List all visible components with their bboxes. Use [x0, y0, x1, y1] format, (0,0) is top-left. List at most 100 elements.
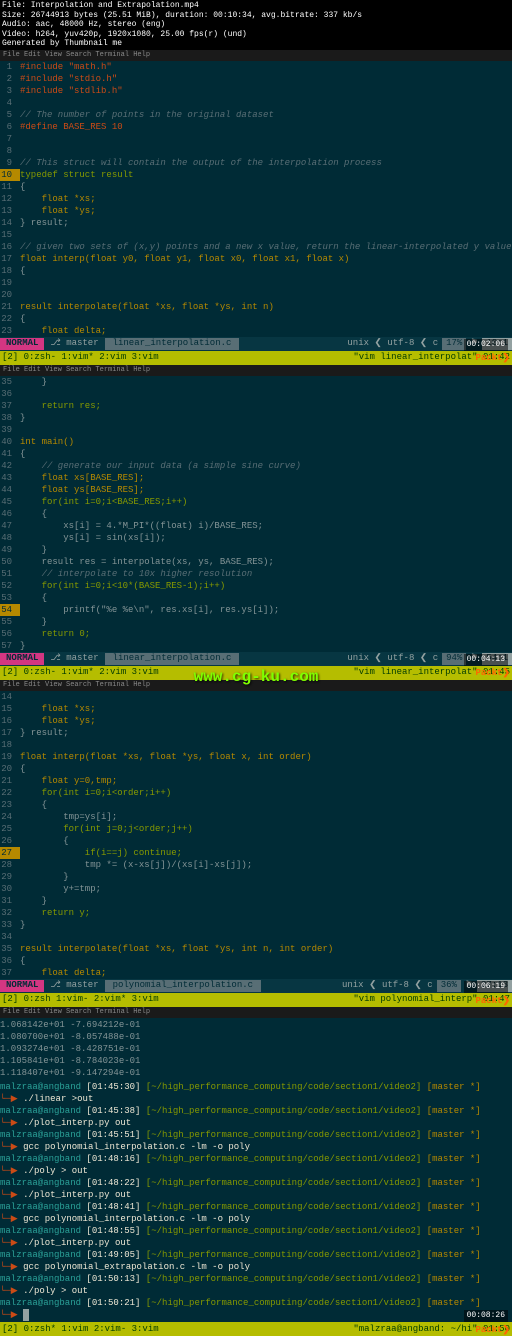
- code-line[interactable]: 14: [0, 691, 512, 703]
- command-line[interactable]: └─▶ ./plot_interp.py out: [0, 1237, 512, 1249]
- code-line[interactable]: 18: [0, 739, 512, 751]
- code-line[interactable]: 38}: [0, 412, 512, 424]
- code-line[interactable]: 33}: [0, 919, 512, 931]
- code-line[interactable]: 14} result;: [0, 217, 512, 229]
- code-line[interactable]: 1#include "math.h": [0, 61, 512, 73]
- code-line[interactable]: 19float interp(float *xs, float *ys, flo…: [0, 751, 512, 763]
- code-line[interactable]: 3#include "stdlib.h": [0, 85, 512, 97]
- code-line[interactable]: 23 float delta;: [0, 325, 512, 337]
- code-line[interactable]: 16 float *ys;: [0, 715, 512, 727]
- code-line[interactable]: 51 // interpolate to 10x higher resoluti…: [0, 568, 512, 580]
- code-area[interactable]: 1415 float *xs;16 float *ys;17} result;1…: [0, 691, 512, 979]
- code-line[interactable]: 23 {: [0, 799, 512, 811]
- tmux-windows[interactable]: [2] 0:zsh 1:vim- 2:vim* 3:vim: [2, 994, 159, 1006]
- code-line[interactable]: 28 tmp *= (x-xs[j])/(xs[i]-xs[j]);: [0, 859, 512, 871]
- tmux-windows[interactable]: [2] 0:zsh- 1:vim* 2:vim 3:vim: [2, 352, 159, 364]
- code-line[interactable]: 53 {: [0, 592, 512, 604]
- tmux-windows[interactable]: [2] 0:zsh* 1:vim 2:vim- 3:vim: [2, 1324, 159, 1336]
- code-line[interactable]: 19: [0, 277, 512, 289]
- code-line[interactable]: 16// given two sets of (x,y) points and …: [0, 241, 512, 253]
- code-line[interactable]: 20: [0, 289, 512, 301]
- code-line[interactable]: 49 }: [0, 544, 512, 556]
- code-line[interactable]: 27 if(i==j) continue;: [0, 847, 512, 859]
- command-line[interactable]: └─▶ ./plot_interp.py out: [0, 1117, 512, 1129]
- command-line[interactable]: └─▶ ./linear >out: [0, 1093, 512, 1105]
- code-text: float ys[BASE_RES];: [20, 484, 512, 496]
- code-line[interactable]: 37 return res;: [0, 400, 512, 412]
- code-line[interactable]: 30 y+=tmp;: [0, 883, 512, 895]
- code-line[interactable]: 44 float ys[BASE_RES];: [0, 484, 512, 496]
- code-line[interactable]: 48 ys[i] = sin(xs[i]);: [0, 532, 512, 544]
- code-line[interactable]: 54 printf("%e %e\n", res.xs[i], res.ys[i…: [0, 604, 512, 616]
- code-line[interactable]: 56 return 0;: [0, 628, 512, 640]
- code-text: float delta;: [20, 967, 512, 979]
- code-line[interactable]: 8: [0, 145, 512, 157]
- code-line[interactable]: 20{: [0, 763, 512, 775]
- command-line[interactable]: └─▶ gcc polynomial_interpolation.c -lm -…: [0, 1141, 512, 1153]
- code-line[interactable]: 10typedef struct result: [0, 169, 512, 181]
- code-line[interactable]: 41{: [0, 448, 512, 460]
- code-line[interactable]: 31 }: [0, 895, 512, 907]
- code-line[interactable]: 17float interp(float y0, float y1, float…: [0, 253, 512, 265]
- code-line[interactable]: 46 {: [0, 508, 512, 520]
- code-line[interactable]: 24 tmp=ys[i];: [0, 811, 512, 823]
- code-line[interactable]: 47 xs[i] = 4.*M_PI*((float) i)/BASE_RES;: [0, 520, 512, 532]
- code-line[interactable]: 5// The number of points in the original…: [0, 109, 512, 121]
- tmux-windows[interactable]: [2] 0:zsh- 1:vim* 2:vim 3:vim: [2, 667, 159, 679]
- code-line[interactable]: 43 float xs[BASE_RES];: [0, 472, 512, 484]
- code-line[interactable]: 21result interpolate(float *xs, float *y…: [0, 301, 512, 313]
- code-line[interactable]: 26 {: [0, 835, 512, 847]
- code-line[interactable]: 22{: [0, 313, 512, 325]
- code-line[interactable]: 45 for(int i=0;i<BASE_RES;i++): [0, 496, 512, 508]
- code-line[interactable]: 2#include "stdio.h": [0, 73, 512, 85]
- code-line[interactable]: 29 }: [0, 871, 512, 883]
- line-number: 35: [0, 943, 20, 955]
- code-line[interactable]: 6#define BASE_RES 10: [0, 121, 512, 133]
- menubar[interactable]: File Edit View Search Terminal Help: [0, 1007, 512, 1018]
- command-line[interactable]: └─▶ ./poly > out: [0, 1165, 512, 1177]
- menubar[interactable]: File Edit View Search Terminal Help: [0, 365, 512, 376]
- command-line[interactable]: └─▶ ./plot_interp.py out: [0, 1189, 512, 1201]
- code-line[interactable]: 35 }: [0, 376, 512, 388]
- command-line[interactable]: └─▶: [0, 1309, 512, 1321]
- code-line[interactable]: 40int main(): [0, 436, 512, 448]
- code-line[interactable]: 11{: [0, 181, 512, 193]
- command-line[interactable]: └─▶ gcc polynomial_interpolation.c -lm -…: [0, 1213, 512, 1225]
- command-line[interactable]: └─▶ gcc polynomial_extrapolation.c -lm -…: [0, 1261, 512, 1273]
- code-line[interactable]: 42 // generate our input data (a simple …: [0, 460, 512, 472]
- terminal-output: 1.068142e+01 -7.694212e-011.080700e+01 -…: [0, 1018, 512, 1080]
- code-line[interactable]: 25 for(int j=0;j<order;j++): [0, 823, 512, 835]
- code-line[interactable]: 34: [0, 931, 512, 943]
- menubar[interactable]: File Edit View Search Terminal Help: [0, 50, 512, 61]
- code-line[interactable]: 55 }: [0, 616, 512, 628]
- code-line[interactable]: 32 return y;: [0, 907, 512, 919]
- code-line[interactable]: 9// This struct will contain the output …: [0, 157, 512, 169]
- code-line[interactable]: 13 float *ys;: [0, 205, 512, 217]
- code-line[interactable]: 21 float y=0,tmp;: [0, 775, 512, 787]
- code-line[interactable]: 18{: [0, 265, 512, 277]
- code-line[interactable]: 12 float *xs;: [0, 193, 512, 205]
- code-line[interactable]: 52 for(int i=0;i<10*(BASE_RES-1);i++): [0, 580, 512, 592]
- command-line[interactable]: └─▶ ./poly > out: [0, 1285, 512, 1297]
- line-number: 25: [0, 823, 20, 835]
- code-line[interactable]: 50 result res = interpolate(xs, ys, BASE…: [0, 556, 512, 568]
- code-line[interactable]: 15 float *xs;: [0, 703, 512, 715]
- code-line[interactable]: 57}: [0, 640, 512, 652]
- code-line[interactable]: 17} result;: [0, 727, 512, 739]
- terminal-prompts[interactable]: malzraa@angband [01:45:30] [~/high_perfo…: [0, 1080, 512, 1322]
- code-line[interactable]: 37 float delta;: [0, 967, 512, 979]
- code-area[interactable]: 1#include "math.h"2#include "stdio.h"3#i…: [0, 61, 512, 337]
- code-line[interactable]: 35result interpolate(float *xs, float *y…: [0, 943, 512, 955]
- terminal-pane[interactable]: File Edit View Search Terminal Help 1.06…: [0, 1007, 512, 1336]
- code-line[interactable]: 22 for(int i=0;i<order;i++): [0, 787, 512, 799]
- code-line[interactable]: 36: [0, 388, 512, 400]
- code-text: for(int i=0;i<BASE_RES;i++): [20, 496, 512, 508]
- code-text: {: [20, 448, 512, 460]
- code-line[interactable]: 7: [0, 133, 512, 145]
- code-line[interactable]: 15: [0, 229, 512, 241]
- code-area[interactable]: 35 }3637 return res;38}3940int main()41{…: [0, 376, 512, 652]
- code-line[interactable]: 39: [0, 424, 512, 436]
- code-line[interactable]: 36{: [0, 955, 512, 967]
- code-line[interactable]: 4: [0, 97, 512, 109]
- code-text: printf("%e %e\n", res.xs[i], res.ys[i]);: [20, 604, 512, 616]
